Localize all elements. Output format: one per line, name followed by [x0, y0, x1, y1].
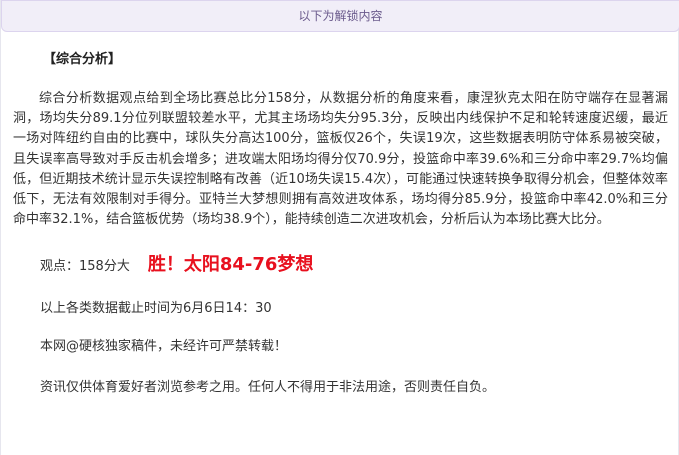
result-text: 胜！太阳84-76梦想: [147, 254, 314, 276]
analysis-paragraph: 综合分析数据观点给到全场比赛总比分158分，从数据分析的角度来看，康涅狄克太阳在…: [13, 91, 668, 228]
disclaimer-text: 资讯仅供体育爱好者浏览参考之用。任何人不得用于非法用途，否则责任自负。: [40, 380, 496, 396]
viewpoint-text: 观点：158分大: [40, 259, 130, 275]
article-frame: 以下为解锁内容 【综合分析】 综合分析数据观点给到全场比赛总比分158分，从数据…: [0, 0, 679, 455]
article-content: 【综合分析】 综合分析数据观点给到全场比赛总比分158分，从数据分析的角度来看，…: [13, 44, 668, 397]
section-title: 【综合分析】: [43, 52, 122, 67]
prediction-line: 观点：158分大 胜！太阳84-76梦想: [13, 247, 668, 283]
unlocked-content-banner: 以下为解锁内容: [1, 0, 679, 32]
data-cutoff-text: 以上各类数据截止时间为6月6日14：30: [40, 301, 272, 317]
copyright-notice: 本网@硬核独家稿件，未经许可严禁转载！: [40, 339, 288, 355]
